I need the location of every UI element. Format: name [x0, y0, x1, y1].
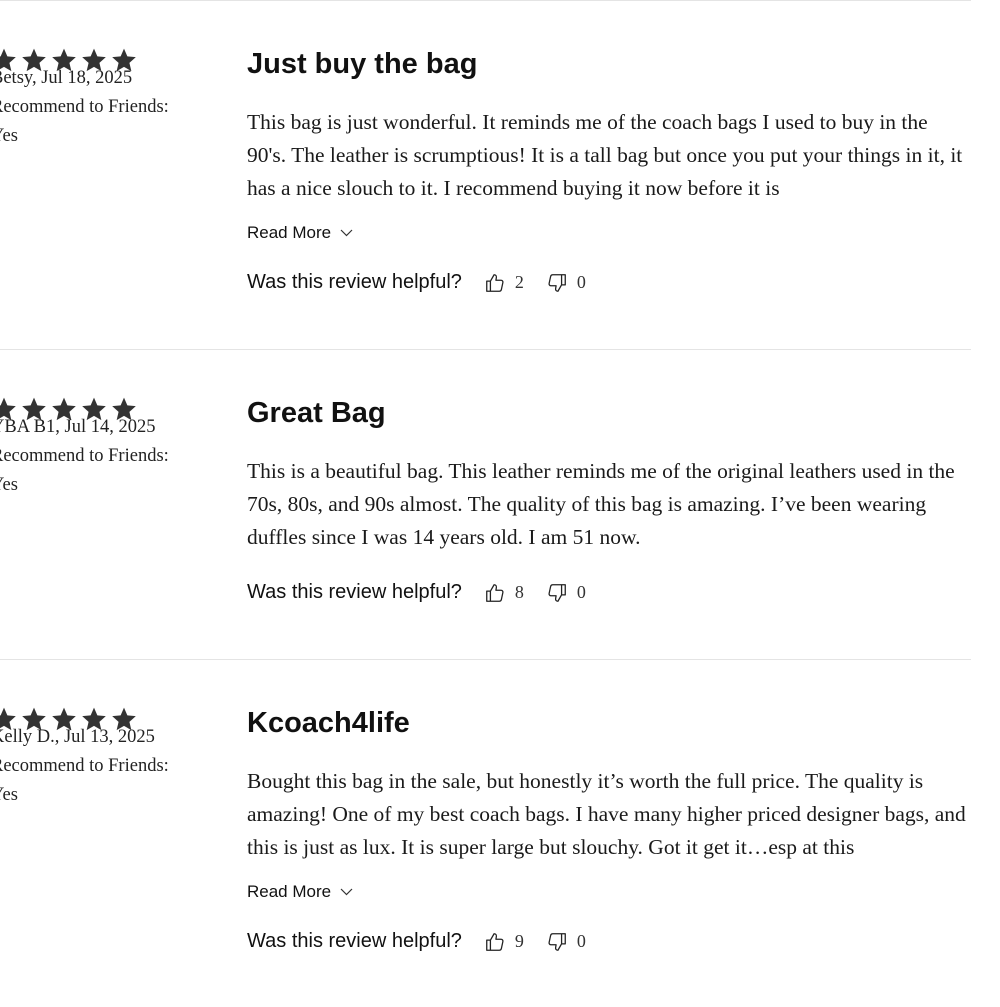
review-body: Bought this bag in the sale, but honestl… [247, 769, 966, 859]
review-meta: YBA B1, Jul 14, 2025 Recommend to Friend… [0, 396, 221, 500]
review-card: YBA B1, Jul 14, 2025 Recommend to Friend… [0, 349, 971, 697]
thumbs-up-button[interactable]: 9 [484, 931, 524, 953]
recommend-label: Recommend to Friends: [0, 97, 169, 117]
thumbs-up-count: 8 [514, 582, 524, 602]
review-card: Kelly D., Jul 13, 2025 Recommend to Frie… [0, 659, 971, 1007]
review-title: Just buy the bag [247, 48, 478, 80]
thumbs-down-count: 0 [576, 931, 586, 951]
thumbs-down-icon [548, 583, 566, 602]
recommend-label: Recommend to Friends: [0, 446, 169, 466]
thumbs-up-count: 9 [514, 931, 524, 951]
thumbs-up-count: 2 [514, 272, 524, 292]
thumbs-up-icon [486, 273, 504, 292]
thumbs-down-button[interactable]: 0 [546, 582, 586, 604]
review-author-date: YBA B1, Jul 14, 2025 [0, 417, 156, 437]
review-body: This is a beautiful bag. This leather re… [247, 459, 955, 549]
thumbs-up-button[interactable]: 8 [484, 582, 524, 604]
thumbs-down-button[interactable]: 0 [546, 272, 586, 294]
review-title: Kcoach4life [247, 707, 410, 739]
recommend-value: Yes [0, 475, 18, 495]
thumbs-down-icon [548, 932, 566, 951]
read-more-label: Read More [247, 882, 332, 901]
review-author-date: Betsy, Jul 18, 2025 [0, 68, 133, 88]
thumbs-up-icon [486, 932, 504, 951]
recommend-value: Yes [0, 785, 18, 805]
helpful-row: Was this review helpful? 8 0 [247, 581, 608, 604]
read-more-button[interactable]: Read More [247, 882, 353, 902]
helpful-row: Was this review helpful? 9 0 [247, 930, 608, 953]
review-meta: Betsy, Jul 18, 2025 Recommend to Friends… [0, 47, 221, 151]
recommend-value: Yes [0, 126, 18, 146]
helpful-question: Was this review helpful? [247, 930, 462, 952]
thumbs-down-icon [548, 273, 566, 292]
thumbs-up-icon [486, 583, 504, 602]
thumbs-up-button[interactable]: 2 [484, 272, 524, 294]
read-more-button[interactable]: Read More [247, 223, 353, 243]
review-body: This bag is just wonderful. It reminds m… [247, 110, 963, 200]
thumbs-down-count: 0 [576, 272, 586, 292]
helpful-question: Was this review helpful? [247, 581, 462, 603]
review-meta: Kelly D., Jul 13, 2025 Recommend to Frie… [0, 706, 221, 810]
thumbs-down-button[interactable]: 0 [546, 931, 586, 953]
thumbs-down-count: 0 [576, 582, 586, 602]
recommend-label: Recommend to Friends: [0, 756, 169, 776]
review-author-date: Kelly D., Jul 13, 2025 [0, 727, 155, 747]
review-card: Betsy, Jul 18, 2025 Recommend to Friends… [0, 0, 971, 348]
helpful-question: Was this review helpful? [247, 271, 462, 293]
review-title: Great Bag [247, 397, 386, 429]
read-more-label: Read More [247, 223, 332, 242]
chevron-down-icon [340, 229, 353, 237]
helpful-row: Was this review helpful? 2 0 [247, 271, 608, 294]
chevron-down-icon [340, 888, 353, 896]
